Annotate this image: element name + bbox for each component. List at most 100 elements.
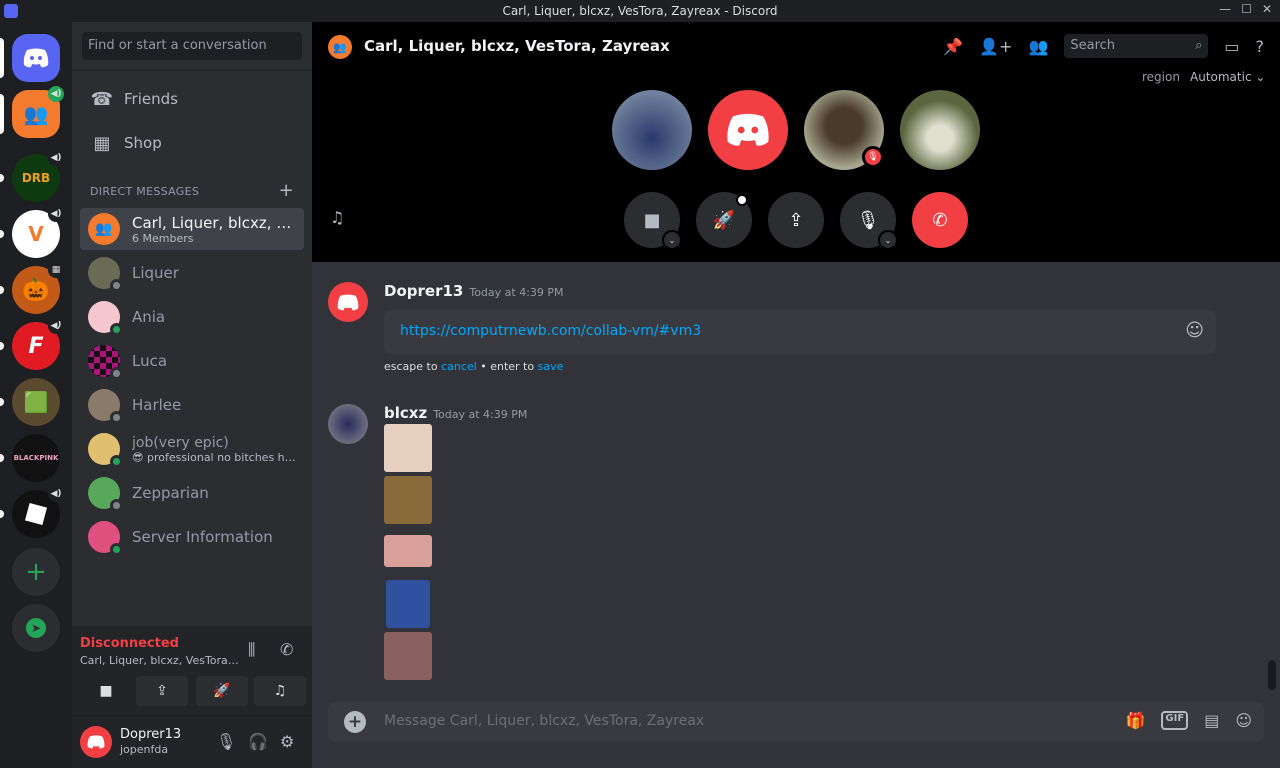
camera-button[interactable]: ■ ⌄ [624, 192, 682, 250]
save-edit-link[interactable]: save [538, 360, 564, 373]
shop-nav[interactable]: ▦ Shop [80, 122, 304, 164]
dm-item-job[interactable]: job(very epic) 😎 professional no bitches… [80, 428, 304, 470]
activity-button[interactable]: 🚀 [196, 676, 248, 706]
emoji-icon[interactable]: ☺ [1235, 711, 1252, 730]
video-button[interactable]: ■ [80, 676, 132, 706]
dm-item-server-information[interactable]: Server Information [80, 516, 304, 558]
image-attachment[interactable] [386, 580, 430, 628]
dm-sidebar: Find or start a conversation ☎ Friends ▦… [72, 22, 312, 768]
gif-button[interactable]: GIF [1161, 711, 1189, 730]
message-author[interactable]: blcxz [384, 404, 427, 422]
region-label: region [1142, 70, 1180, 84]
header-toolbar: 📌 👤+ 👥 Search ⌕ ▭ ? [943, 34, 1264, 58]
discord-logo-icon [23, 48, 49, 68]
participant-tile[interactable] [612, 90, 692, 170]
search-input[interactable]: Search ⌕ [1064, 34, 1209, 58]
activity-panel-icon[interactable]: ♫ [330, 208, 344, 227]
help-icon[interactable]: ? [1256, 37, 1265, 56]
noise-suppression-icon[interactable]: ⫼ [248, 640, 255, 660]
chevron-down-icon[interactable]: ⌄ [662, 230, 682, 250]
server-drb[interactable]: DRB ◀) [12, 150, 64, 202]
sticker-icon[interactable]: ▤ [1204, 711, 1219, 730]
friends-nav[interactable]: ☎ Friends [80, 78, 304, 120]
message-edit-input[interactable]: https://computrnewb.com/collab-vm/#vm3 ☺ [384, 310, 1216, 354]
voice-channel-name[interactable]: Carl, Liquer, blcxz, VesTora, ... [80, 654, 240, 667]
dm-item-group[interactable]: 👥 Carl, Liquer, blcxz, Ve... 6 Members [80, 208, 304, 250]
member-list-icon[interactable]: 👥 [1028, 37, 1048, 56]
maximize-button[interactable]: ☐ [1241, 2, 1252, 16]
microphone-icon[interactable]: 🎙 [216, 732, 236, 751]
microphone-button[interactable]: 🎙 ⌄ [840, 192, 898, 250]
camera-icon: ■ [99, 683, 113, 699]
server-pumpkin[interactable]: 🎃 ▦ [12, 262, 64, 314]
message-author[interactable]: Doprer13 [384, 282, 463, 300]
explore-servers-button[interactable]: ➤ [12, 604, 60, 652]
avatar [88, 521, 123, 556]
voice-active-icon: ◀) [48, 86, 64, 102]
leave-call-button[interactable]: ✆ [912, 192, 968, 248]
server-roblox[interactable]: ◀) [12, 486, 64, 538]
server-valorant[interactable]: V ◀) [12, 206, 64, 258]
group-icon: 👥 [95, 221, 113, 237]
voice-status: Disconnected [80, 636, 179, 651]
participant-tile[interactable]: 🎙 [804, 90, 884, 170]
dm-section-title: DIRECT MESSAGES [90, 185, 200, 198]
dm-item-luca[interactable]: Luca [80, 340, 304, 382]
main-panel: 👥 Carl, Liquer, blcxz, VesTora, Zayreax … [312, 22, 1280, 768]
screenshare-button[interactable]: ⇪ [136, 676, 188, 706]
scrollbar[interactable] [1268, 660, 1276, 690]
image-attachment[interactable] [384, 535, 432, 567]
add-friends-icon[interactable]: 👤+ [979, 37, 1012, 56]
activity-button[interactable]: 🚀 [696, 192, 752, 248]
dm-name: job(very epic) [132, 434, 229, 451]
region-select[interactable]: Automatic ⌄ [1190, 70, 1265, 84]
create-dm-button[interactable]: + [279, 182, 294, 200]
participant-tile[interactable] [708, 90, 788, 170]
home-button[interactable] [12, 34, 60, 82]
selected-pill [0, 94, 4, 134]
pin-icon[interactable]: 📌 [943, 37, 963, 56]
screen-share-icon: ⇪ [788, 209, 804, 231]
add-server-button[interactable]: + [12, 548, 60, 596]
emoji-picker-icon[interactable]: ☺ [1185, 320, 1204, 341]
voice-icon: ◀) [48, 318, 64, 334]
inbox-icon[interactable]: ▭ [1224, 37, 1239, 56]
server-f[interactable]: F ◀) [12, 318, 64, 370]
message-header: blcxz Today at 4:39 PM [384, 404, 527, 422]
minimize-button[interactable]: — [1219, 2, 1231, 16]
close-window-button[interactable]: ✕ [1262, 2, 1272, 16]
participant-tile[interactable] [900, 90, 980, 170]
server-group-dm[interactable]: 👥 ◀) [12, 86, 64, 138]
dm-item-harlee[interactable]: Harlee [80, 384, 304, 426]
screenshare-button[interactable]: ⇪ [768, 192, 824, 248]
dm-item-liquer[interactable]: Liquer [80, 252, 304, 294]
message-avatar[interactable] [328, 404, 368, 444]
message-avatar[interactable] [328, 282, 368, 322]
cancel-edit-link[interactable]: cancel [441, 360, 477, 373]
dm-search-input[interactable]: Find or start a conversation [82, 32, 302, 60]
server-blackpink[interactable]: BLACKPINK [12, 434, 60, 482]
dm-item-ania[interactable]: Ania [80, 296, 304, 338]
server-minecraft[interactable]: 🟩 [12, 378, 60, 426]
soundboard-button[interactable]: ♫ [254, 676, 306, 706]
gift-icon[interactable]: 🎁 [1126, 711, 1146, 730]
headphones-icon[interactable]: 🎧 [248, 732, 268, 751]
dm-item-zepparian[interactable]: Zepparian [80, 472, 304, 514]
settings-gear-icon[interactable]: ⚙ [280, 732, 294, 751]
image-attachment[interactable] [384, 476, 432, 524]
window-controls: — ☐ ✕ [1219, 2, 1272, 16]
message-list: Doprer13 Today at 4:39 PM https://computr… [312, 262, 1280, 698]
image-attachment[interactable] [384, 632, 432, 680]
upload-plus-icon[interactable]: + [344, 711, 366, 733]
user-avatar[interactable] [80, 726, 112, 758]
disconnect-call-icon[interactable]: ✆ [280, 640, 293, 659]
discord-logo-icon [727, 113, 769, 146]
dm-name: Carl, Liquer, blcxz, Ve... [132, 213, 300, 232]
user-tag: jopenfda [120, 743, 169, 756]
image-attachment[interactable] [384, 424, 432, 472]
chevron-down-icon[interactable]: ⌄ [878, 230, 898, 250]
window-titlebar: Carl, Liquer, blcxz, VesTora, Zayreax - … [0, 0, 1280, 22]
dm-name: Liquer [132, 264, 179, 282]
message-timestamp: Today at 4:39 PM [469, 286, 564, 299]
message-input[interactable]: Message Carl, Liquer, blcxz, VesTora, Za… [384, 713, 704, 729]
